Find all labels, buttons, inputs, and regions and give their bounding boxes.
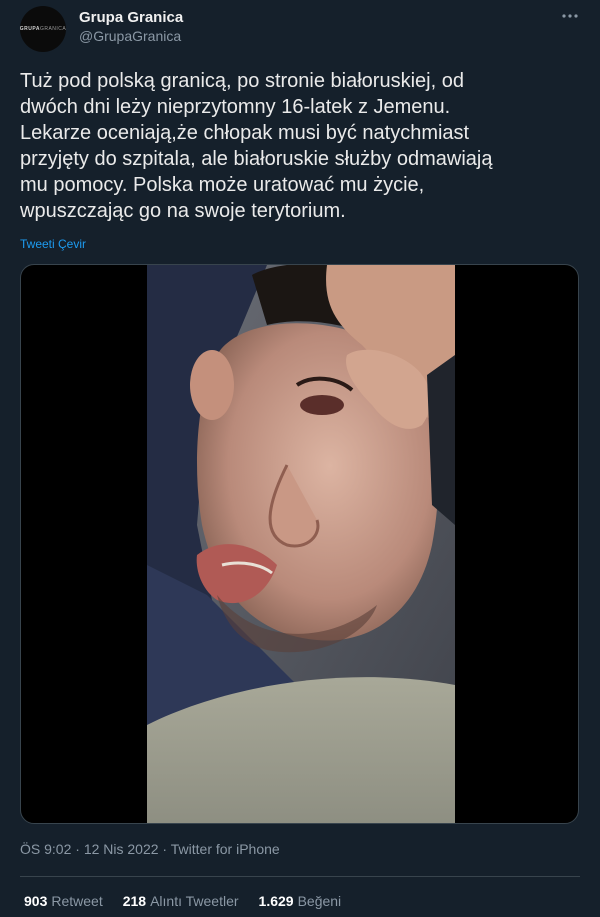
avatar[interactable]: GRUPAGRANICA <box>20 6 66 52</box>
more-horizontal-icon <box>562 14 578 18</box>
translate-tweet-link[interactable]: Tweeti Çevir <box>20 237 86 251</box>
more-options-button[interactable] <box>556 6 584 26</box>
likes-stat[interactable]: 1.629 Beğeni <box>259 893 342 909</box>
tweet-source[interactable]: Twitter for iPhone <box>171 841 280 857</box>
video-frame <box>147 265 455 823</box>
video-media[interactable] <box>20 264 579 824</box>
avatar-logo-text: GRUPAGRANICA <box>19 26 67 32</box>
tweet-text: Tuż pod polską granicą, po stronie biało… <box>20 70 493 222</box>
tweet-date[interactable]: 12 Nis 2022 <box>84 841 159 857</box>
user-handle[interactable]: @GrupaGranica <box>79 28 181 44</box>
meta-separator: · <box>71 841 84 857</box>
retweets-stat[interactable]: 903 Retweet <box>24 893 103 909</box>
tweet-meta: ÖS 9:02 · 12 Nis 2022 · Twitter for iPho… <box>20 841 280 857</box>
divider <box>20 876 580 877</box>
display-name[interactable]: Grupa Granica <box>79 9 183 26</box>
engagement-stats: 903 Retweet 218 Alıntı Tweetler 1.629 Beğen… <box>24 893 361 909</box>
tweet-time[interactable]: ÖS 9:02 <box>20 841 71 857</box>
meta-separator: · <box>158 841 171 857</box>
quote-tweets-stat[interactable]: 218 Alıntı Tweetler <box>123 893 239 909</box>
